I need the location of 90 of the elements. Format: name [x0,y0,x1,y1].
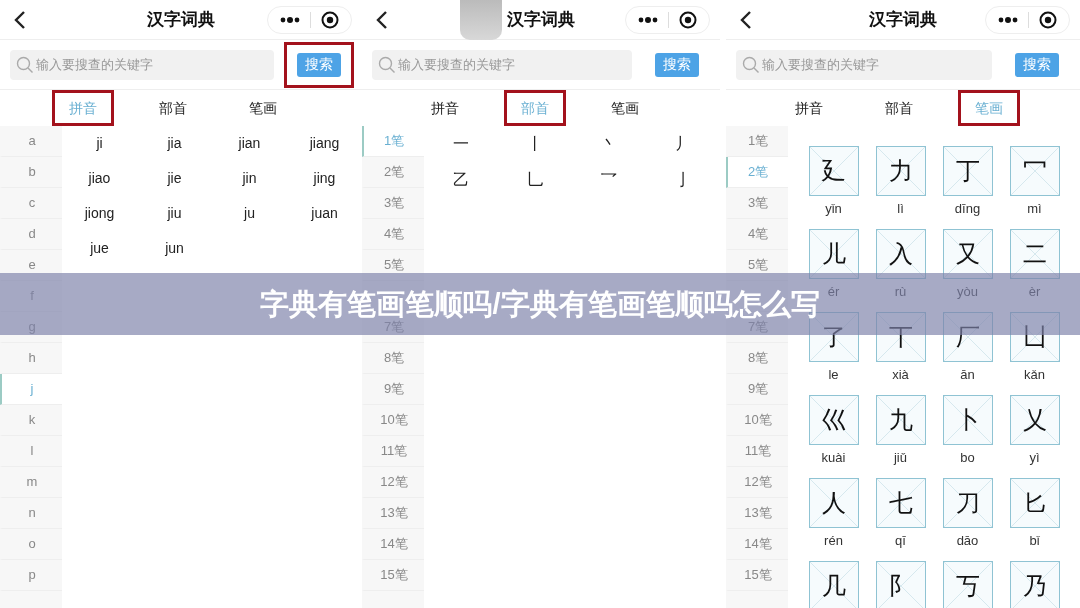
character-tile[interactable]: 凵 [1009,312,1060,362]
pinyin-label: rén [824,532,843,550]
search-button[interactable]: 搜索 [1015,52,1059,77]
character-tile[interactable]: 又 [942,229,993,279]
character-tile[interactable]: 九 [875,395,926,445]
character-tile[interactable]: 乃 [1009,561,1060,608]
index-item[interactable]: 2笔 [726,157,788,188]
character-tile[interactable]: 丅 [875,312,926,362]
character-tile[interactable]: 阝 [875,561,926,608]
tab[interactable]: 笔画 [594,90,656,126]
syllable-link[interactable]: jing [309,168,340,189]
search-icon [378,55,396,74]
tab[interactable]: 拼音 [414,90,476,126]
search-button[interactable]: 搜索 [655,52,699,77]
stroke-link[interactable]: 丨 [523,132,547,156]
tab[interactable]: 部首 [504,90,566,126]
pinyin-label: ān [960,366,975,384]
character-tile[interactable]: 卜 [942,395,993,445]
tab[interactable]: 部首 [142,90,204,126]
character-tile[interactable]: 力 [875,146,926,196]
overlay-shape [460,0,502,40]
syllable-link[interactable]: ju [240,203,259,224]
syllable-link[interactable]: jue [86,238,113,259]
pinyin-label: bǐ [1029,532,1040,550]
search-icon [16,55,34,74]
tab[interactable]: 拼音 [52,90,114,126]
pinyin-label: rù [894,283,907,301]
search-icon [742,55,760,74]
tab[interactable]: 拼音 [778,90,840,126]
pinyin-label: jiǔ [894,449,907,467]
pinyin-label: mì [1027,200,1042,218]
pinyin-label: kǎn [1024,366,1045,384]
tab[interactable]: 笔画 [958,90,1020,126]
search-button[interactable]: 搜索 [297,52,341,77]
search-field[interactable]: 输入要搜查的关键字 [736,49,992,80]
pinyin-label: le [828,366,839,384]
character-tile[interactable]: 二 [1009,229,1060,279]
syllable-link[interactable]: ji [92,133,107,154]
syllable-link[interactable]: juan [307,203,342,224]
syllable-link[interactable]: jun [161,238,188,259]
character-tile[interactable]: 巛 [808,395,859,445]
stroke-link[interactable]: 乙 [449,168,473,192]
stroke-link[interactable]: 乛 [597,168,621,192]
search-field[interactable]: 输入要搜查的关键字 [10,49,274,80]
search-field[interactable]: 输入要搜查的关键字 [372,49,632,80]
syllable-link[interactable]: jian [234,133,265,154]
pinyin-label: èr [1028,283,1041,301]
pinyin-label: yì [1029,449,1040,467]
character-tile[interactable]: 入 [875,229,926,279]
pinyin-label: dīng [954,200,981,218]
page-title: 汉字词典 [147,8,215,31]
pinyin-label: lì [897,200,904,218]
character-tile[interactable]: 丂 [942,561,993,608]
syllable-link[interactable]: jin [238,168,261,189]
stroke-link[interactable]: 丶 [597,132,621,156]
character-tile[interactable]: 儿 [808,229,859,279]
index-item[interactable]: 1笔 [362,126,424,157]
pinyin-label: yǐn [825,200,842,218]
pinyin-label: qī [895,532,906,550]
character-tile[interactable]: 厂 [942,312,993,362]
syllable-link[interactable]: jia [163,133,186,154]
stroke-link[interactable]: 一 [449,132,473,156]
pinyin-label: dāo [956,532,979,550]
syllable-link[interactable]: jiang [305,133,344,154]
index-item[interactable]: j [0,374,62,405]
tab[interactable]: 部首 [868,90,930,126]
syllable-link[interactable]: jie [163,168,186,189]
pinyin-label: yòu [957,283,978,301]
tab[interactable]: 笔画 [232,90,294,126]
character-tile[interactable]: 七 [875,478,926,528]
page-title: 汉字词典 [507,8,575,31]
pinyin-label: kuài [821,449,846,467]
syllable-link[interactable]: jiong [80,203,119,224]
character-tile[interactable]: 廴 [808,146,859,196]
character-tile[interactable]: 人 [808,478,859,528]
character-tile[interactable]: 几 [808,561,859,608]
pinyin-label: xià [892,366,909,384]
character-tile[interactable]: 冖 [1009,146,1060,196]
page-title: 汉字词典 [869,8,937,31]
syllable-link[interactable]: jiao [84,168,115,189]
character-tile[interactable]: 丁 [942,146,993,196]
stroke-link[interactable]: 亅 [671,168,695,192]
syllable-link[interactable]: jiu [163,203,186,224]
stroke-link[interactable]: 丿 [671,132,695,156]
character-tile[interactable]: 刀 [942,478,993,528]
character-tile[interactable]: 乂 [1009,395,1060,445]
pinyin-label: bo [960,449,975,467]
stroke-link[interactable]: 乚 [523,168,547,192]
character-tile[interactable]: 匕 [1009,478,1060,528]
pinyin-label: ér [827,283,840,301]
